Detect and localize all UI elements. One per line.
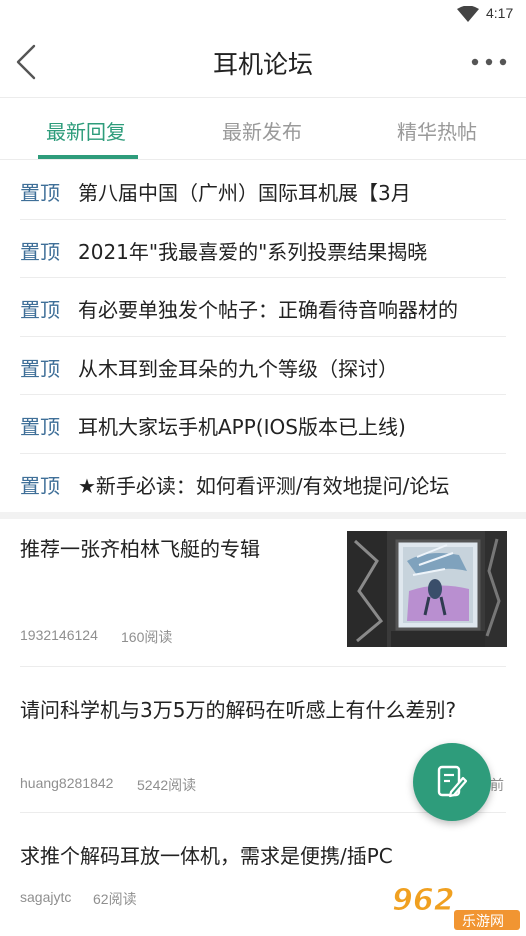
pinned-item[interactable]: 置顶 2021年"我最喜爱的"系列投票结果揭晓: [20, 220, 506, 278]
tab-latest-posts[interactable]: 最新发布: [222, 116, 302, 145]
pinned-title: 2021年"我最喜爱的"系列投票结果揭晓: [78, 239, 428, 264]
svg-text:乐游网: 乐游网: [462, 914, 504, 930]
post-item[interactable]: 推荐一张齐柏林飞艇的专辑 1932146124 160阅读: [20, 519, 507, 667]
post-time: 前: [490, 777, 504, 793]
svg-text:962: 962: [392, 883, 455, 918]
page-title: 耳机论坛: [212, 50, 313, 79]
pinned-badge: 置顶: [20, 298, 60, 322]
pinned-title: 从木耳到金耳朵的九个等级（探讨）: [78, 356, 398, 381]
site-watermark: 962 .net 乐游网: [388, 880, 522, 932]
pinned-badge: 置顶: [20, 356, 60, 381]
more-options-icon[interactable]: [469, 56, 509, 68]
pinned-badge: 置顶: [20, 239, 60, 264]
post-title: 请问科学机与3万5万的解码在听感上有什么差别?: [20, 698, 457, 722]
pinned-title: 第八届中国（广州）国际耳机展【3月: [78, 181, 411, 205]
tab-indicator: [38, 155, 138, 159]
post-reads: 5242阅读: [137, 777, 197, 793]
post-author: 1932146124: [20, 627, 98, 643]
album-cover-image: [347, 531, 507, 647]
pinned-badge: 置顶: [20, 473, 60, 498]
pinned-item[interactable]: 置顶 耳机大家坛手机APP(IOS版本已上线): [20, 395, 506, 454]
pinned-title: 耳机大家坛手机APP(IOS版本已上线): [78, 415, 406, 439]
post-reads: 62阅读: [93, 891, 137, 907]
pinned-item[interactable]: 置顶 ★新手必读：如何看评测/有效地提问/论坛: [20, 454, 506, 513]
pinned-list: 置顶 第八届中国（广州）国际耳机展【3月 置顶 2021年"我最喜爱的"系列投票…: [0, 161, 526, 512]
status-time: 4:17: [486, 5, 514, 21]
watermark-logo: 962 .net 乐游网: [392, 883, 520, 930]
pinned-badge: 置顶: [20, 181, 60, 205]
svg-text:.net: .net: [458, 890, 486, 906]
pinned-title: 有必要单独发个帖子：正确看待音响器材的: [78, 298, 458, 322]
pinned-title: ★新手必读：如何看评测/有效地提问/论坛: [78, 473, 450, 498]
pinned-badge: 置顶: [20, 415, 60, 439]
tab-latest-replies[interactable]: 最新回复: [46, 116, 126, 145]
pinned-item[interactable]: 置顶 从木耳到金耳朵的九个等级（探讨）: [20, 337, 506, 395]
post-author: sagajytc: [20, 889, 72, 905]
status-bar: 4:17: [0, 0, 526, 28]
post-thumbnail: [347, 531, 507, 647]
tab-featured[interactable]: 精华热帖: [397, 116, 477, 145]
post-title: 推荐一张齐柏林飞艇的专辑: [20, 537, 260, 561]
wifi-icon: [457, 6, 479, 22]
pinned-item[interactable]: 置顶 第八届中国（广州）国际耳机展【3月: [20, 161, 506, 220]
edit-note-icon: [437, 765, 467, 798]
pinned-item[interactable]: 置顶 有必要单独发个帖子：正确看待音响器材的: [20, 278, 506, 337]
app-bar: 耳机论坛: [0, 28, 526, 98]
tab-bar: 最新回复 最新发布 精华热帖: [0, 98, 526, 160]
section-divider: [0, 512, 526, 519]
compose-post-button[interactable]: [413, 743, 491, 821]
post-title: 求推个解码耳放一体机，需求是便携/插PC: [20, 844, 393, 868]
post-reads: 160阅读: [121, 629, 173, 645]
post-author: huang8281842: [20, 775, 114, 791]
